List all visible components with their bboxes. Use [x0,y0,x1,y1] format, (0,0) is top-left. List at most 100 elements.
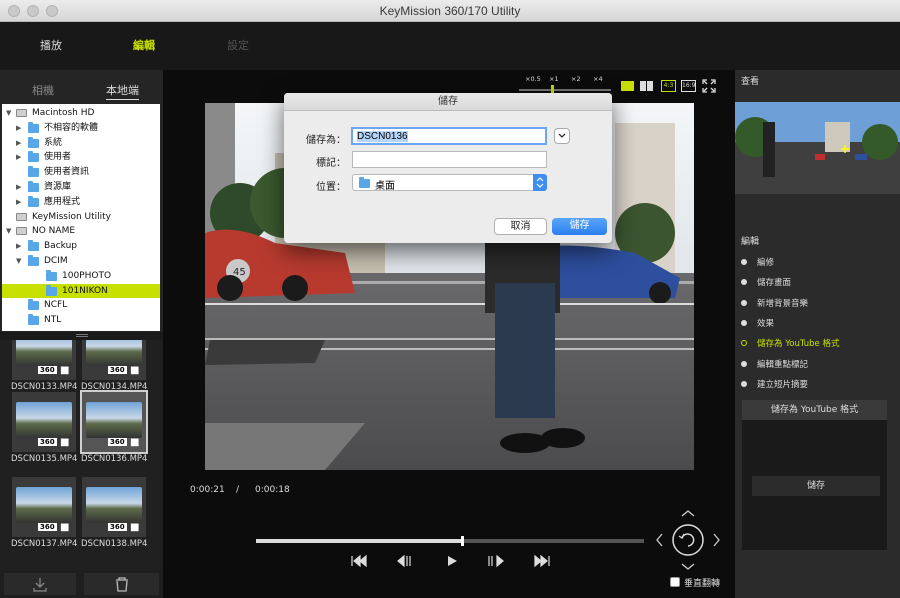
skip-to-start-button[interactable] [350,554,368,571]
disclosure-closed-icon[interactable]: ▶ [16,136,21,150]
tab-play[interactable]: 播放 [40,37,62,53]
split-view-right-icon[interactable] [647,81,653,91]
nav-down-icon [681,563,695,570]
view-thumbnail[interactable] [735,102,900,194]
zoom-level-label[interactable]: ×4 [593,75,603,83]
edit-menu-item[interactable]: 新增背景音樂 [741,297,808,309]
tab-edit[interactable]: 編輯 [133,37,155,53]
playhead[interactable] [460,536,464,546]
tree-item[interactable]: 100PHOTO [2,269,160,283]
tree-item[interactable]: ▶ 資源庫 [2,180,160,194]
tree-item[interactable]: KeyMission Utility [2,210,160,224]
tree-item[interactable]: ▶ 應用程式 [2,195,160,209]
disclosure-closed-icon[interactable]: ▶ [16,121,21,135]
edit-menu-item[interactable]: 儲存為 YouTube 格式 [741,337,839,349]
edit-menu-item[interactable]: 儲存畫面 [741,276,791,288]
play-button[interactable] [445,554,459,571]
edit-menu-item[interactable]: 建立短片摘要 [741,378,808,390]
next-frame-button[interactable] [487,554,505,571]
folder-icon [28,121,39,133]
source-camera-tab[interactable]: 相機 [32,82,54,98]
edit-menu-item[interactable]: 編修 [741,256,774,268]
edit-menu-item-label: 儲存畫面 [757,278,792,289]
clip-preview-image [16,340,72,366]
tree-item-label: NTL [44,315,62,326]
bullet-icon [741,279,747,286]
download-icon [33,578,47,592]
disclosure-open-icon[interactable]: ▼ [6,224,11,238]
folder-icon [28,195,39,207]
timeline-bar[interactable] [256,536,644,546]
folder-tree[interactable]: ▼ Macintosh HD ▶ 不相容的軟體 ▶ 系統 ▶ 使用者 使用者資訊 ▶ 資源庫 ▶ 應用程… [2,104,160,331]
zoom-level-label[interactable]: ×1 [549,75,559,83]
zoom-slider[interactable]: ×0.5 ×1 ×2 ×4 [515,75,615,95]
aspect-16-9-button[interactable]: 16:9 [681,80,696,92]
disclosure-open-icon[interactable]: ▼ [6,106,11,120]
zoom-level-label[interactable]: ×0.5 [525,75,541,83]
total-time: 0:00:18 [255,485,290,495]
tree-item[interactable]: NCFL [2,298,160,312]
source-local-tab[interactable]: 本地端 [106,82,139,100]
tree-item[interactable]: ▶ 系統 [2,136,160,150]
trash-icon [116,577,128,592]
split-view-left-icon[interactable] [640,81,646,91]
window-title: KeyMission 360/170 Utility [379,4,521,18]
reset-view-icon [672,524,704,556]
tree-item-label: 使用者 [44,152,72,163]
folder-icon [28,166,39,178]
delete-button[interactable] [84,573,159,595]
expand-dialog-button[interactable] [554,128,570,144]
tree-item-label: 不相容的軟體 [44,122,99,133]
tree-item[interactable]: NTL [2,313,160,327]
tab-settings[interactable]: 設定 [227,37,249,53]
edit-menu-item[interactable]: 效果 [741,317,774,329]
save-button[interactable]: 儲存 [552,218,607,235]
mode-bar: 播放 編輯 設定 [0,22,900,70]
where-select[interactable]: 桌面 [352,174,547,192]
tree-item[interactable]: ▶ 不相容的軟體 [2,121,160,135]
aspect-4-3-button[interactable]: 4:3 [661,80,676,92]
video-camera-icon: ■ [130,365,140,376]
save-as-field[interactable]: DSCN0136 [351,127,547,145]
skip-to-end-button[interactable] [533,554,551,571]
tree-item-label: Backup [44,241,77,252]
disclosure-closed-icon[interactable]: ▶ [16,239,21,253]
tree-item[interactable]: ▶ 使用者 [2,150,160,164]
single-view-button[interactable] [621,81,634,91]
clip-thumbnail[interactable]: 360 ■ [12,477,76,537]
edit-menu-item[interactable]: 編輯重點標記 [741,358,808,370]
disclosure-closed-icon[interactable]: ▶ [16,180,21,194]
nav-up-icon [681,510,695,517]
dialog-title: 儲存 [284,93,612,111]
cancel-button[interactable]: 取消 [494,218,547,235]
disclosure-closed-icon[interactable]: ▶ [16,150,21,164]
clip-thumbnail[interactable]: 360 ■ [82,340,146,380]
save-as-label: 儲存為： [306,135,346,146]
tree-item[interactable]: ▼ NO NAME [2,224,160,238]
tree-item[interactable]: 101NIKON [2,283,160,298]
tree-item[interactable]: ▼ DCIM [2,254,160,268]
youtube-save-button[interactable]: 儲存 [752,476,880,496]
disclosure-closed-icon[interactable]: ▶ [16,195,21,209]
tags-field[interactable] [352,151,547,168]
tree-item[interactable]: ▼ Macintosh HD [2,106,160,120]
import-button[interactable] [4,573,76,595]
view-navigation-pad[interactable] [654,507,722,575]
clip-thumbnail[interactable]: 360 ■ [12,392,76,452]
disclosure-open-icon[interactable]: ▼ [16,254,21,268]
drive-icon [16,109,27,117]
folder-icon [28,299,39,311]
tree-item[interactable]: 使用者資訊 [2,165,160,179]
zoom-level-label[interactable]: ×2 [571,75,581,83]
tree-item[interactable]: ▶ Backup [2,239,160,253]
clip-thumbnail[interactable]: 360 ■ [80,390,148,454]
pane-divider[interactable] [0,332,163,340]
fullscreen-icon[interactable] [702,79,716,93]
clip-thumbnail[interactable]: 360 ■ [82,477,146,537]
bullet-icon [741,380,747,387]
flip-checkbox[interactable] [670,577,680,587]
previous-frame-button[interactable] [396,554,414,571]
timeline-progress [256,539,463,543]
clip-thumbnail[interactable]: 360 ■ [12,340,76,380]
left-toolbar [0,570,163,598]
